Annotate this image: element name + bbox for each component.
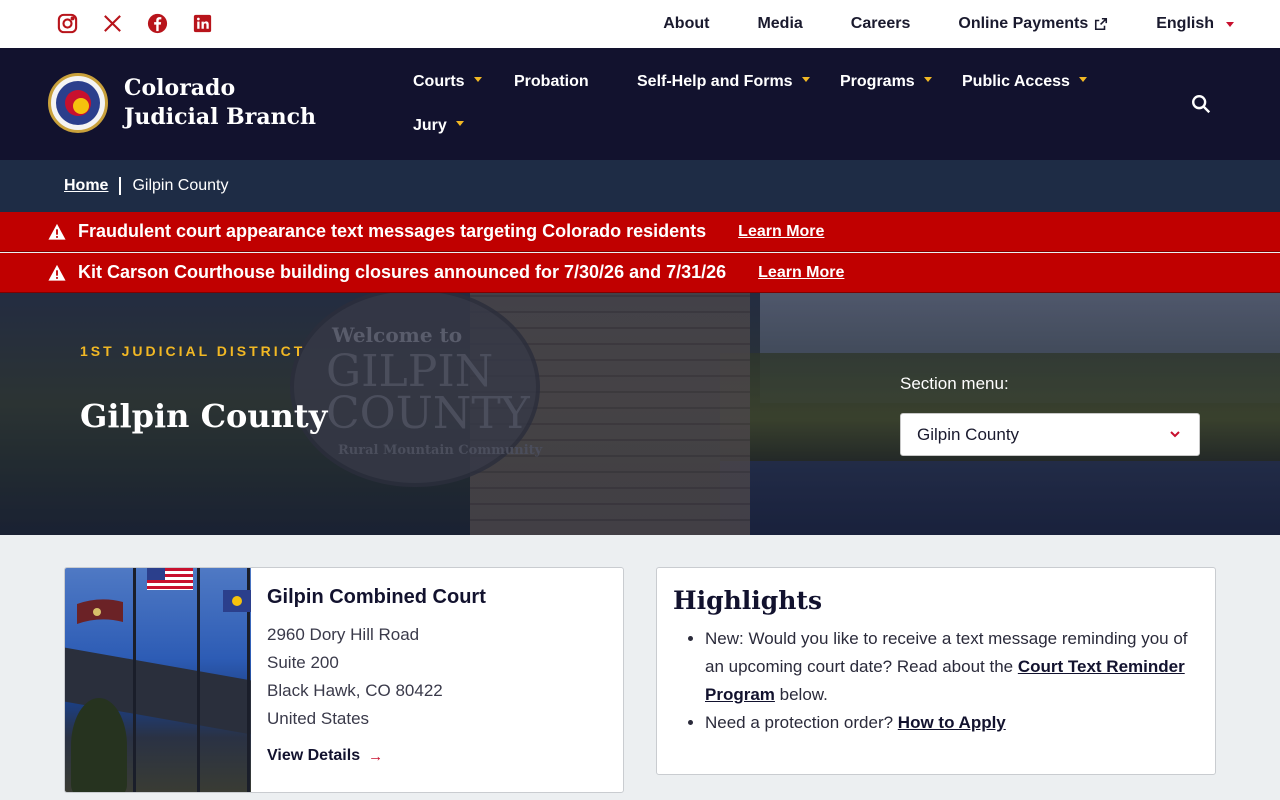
- how-to-apply-link[interactable]: How to Apply: [898, 713, 1006, 732]
- menu-probation-label: Probation: [514, 73, 589, 90]
- language-selector[interactable]: English: [1156, 15, 1234, 33]
- section-menu-value: Gilpin County: [917, 424, 1020, 444]
- alert-banner: Kit Carson Courthouse building closures …: [0, 253, 1280, 293]
- highlights-list: New: Would you like to receive a text me…: [673, 625, 1199, 737]
- menu-courts-label: Courts: [413, 73, 465, 90]
- view-details-label: View Details: [267, 747, 361, 764]
- section-menu-label: Section menu:: [900, 374, 1009, 393]
- facebook-icon[interactable]: [146, 12, 169, 35]
- warning-icon: [48, 223, 66, 240]
- highlights-card: Highlights New: Would you like to receiv…: [656, 567, 1216, 775]
- address-line: Black Hawk, CO 80422: [267, 681, 443, 700]
- hero-banner: Welcome to GILPIN COUNTY Rural Mountain …: [0, 293, 1280, 535]
- district-eyebrow: 1ST JUDICIAL DISTRICT: [80, 343, 306, 359]
- address-line: Suite 200: [267, 653, 339, 672]
- careers-link[interactable]: Careers: [851, 15, 911, 33]
- alert-banner: Fraudulent court appearance text message…: [0, 212, 1280, 252]
- courthouse-photo: [65, 568, 251, 792]
- menu-programs-label: Programs: [840, 73, 915, 90]
- list-item: New: Would you like to receive a text me…: [705, 625, 1199, 709]
- alert-message: Kit Carson Courthouse building closures …: [78, 262, 727, 282]
- menu-jury[interactable]: Jury: [413, 117, 464, 135]
- external-link-icon: [1095, 17, 1108, 31]
- court-card: Gilpin Combined Court 2960 Dory Hill Roa…: [64, 567, 624, 793]
- chevron-down-icon: [1078, 76, 1087, 82]
- highlights-title: Highlights: [673, 586, 823, 615]
- brand-home-link[interactable]: Colorado Judicial Branch: [48, 73, 324, 133]
- chevron-down-icon: [473, 76, 482, 82]
- menu-probation[interactable]: Probation: [514, 73, 589, 91]
- address-line: United States: [267, 709, 370, 728]
- menu-public-access-label: Public Access: [962, 73, 1070, 90]
- instagram-icon[interactable]: [56, 12, 79, 35]
- social-links: [56, 12, 214, 35]
- chevron-down-icon: [1170, 431, 1180, 438]
- alert-learn-more-link[interactable]: Learn More: [738, 223, 824, 241]
- x-twitter-icon[interactable]: [101, 12, 124, 35]
- warning-icon: [48, 264, 66, 281]
- arrow-right-icon: →: [368, 747, 384, 765]
- chevron-down-icon: [801, 76, 810, 82]
- utility-links: About Media Careers Online Payments Engl…: [615, 0, 1234, 48]
- menu-self-help-label: Self-Help and Forms: [637, 73, 793, 90]
- menu-courts[interactable]: Courts: [413, 73, 482, 91]
- main-header: Colorado Judicial Branch Courts Probatio…: [0, 48, 1280, 160]
- online-payments-label: Online Payments: [958, 15, 1089, 32]
- utility-bar: About Media Careers Online Payments Engl…: [0, 0, 1280, 48]
- menu-public-access[interactable]: Public Access: [962, 73, 1087, 91]
- about-link[interactable]: About: [663, 15, 709, 33]
- alert-learn-more-link[interactable]: Learn More: [758, 264, 844, 282]
- chevron-down-icon: [455, 120, 464, 126]
- page-title: Gilpin County: [80, 397, 328, 435]
- chevron-down-icon: [923, 76, 932, 82]
- linkedin-icon[interactable]: [191, 12, 214, 35]
- highlight-text: Need a protection order?: [705, 713, 898, 732]
- language-label: English: [1156, 15, 1214, 32]
- breadcrumb: Home Gilpin County: [0, 160, 1280, 212]
- menu-self-help-forms[interactable]: Self-Help and Forms: [637, 73, 810, 91]
- section-menu-select[interactable]: Gilpin County: [900, 413, 1200, 456]
- alert-message: Fraudulent court appearance text message…: [78, 221, 707, 241]
- menu-programs[interactable]: Programs: [840, 73, 932, 91]
- breadcrumb-current: Gilpin County: [132, 177, 229, 194]
- court-address: 2960 Dory Hill Road Suite 200 Black Hawk…: [267, 621, 486, 733]
- list-item: Need a protection order? How to Apply: [705, 709, 1199, 737]
- court-details: Gilpin Combined Court 2960 Dory Hill Roa…: [267, 586, 486, 765]
- court-name: Gilpin Combined Court: [267, 586, 486, 608]
- online-payments-link[interactable]: Online Payments: [958, 15, 1108, 33]
- media-link[interactable]: Media: [757, 15, 802, 33]
- highlight-text: below.: [774, 685, 828, 704]
- colorado-courts-seal-logo: [48, 73, 108, 133]
- breadcrumb-home[interactable]: Home: [64, 177, 108, 195]
- menu-jury-label: Jury: [413, 117, 447, 134]
- view-details-link[interactable]: View Details →: [267, 747, 383, 765]
- chevron-down-icon: [1226, 21, 1234, 27]
- breadcrumb-divider: [119, 177, 122, 195]
- search-icon[interactable]: [1190, 93, 1212, 115]
- brand-name: Colorado Judicial Branch: [124, 75, 316, 130]
- address-line: 2960 Dory Hill Road: [267, 625, 420, 644]
